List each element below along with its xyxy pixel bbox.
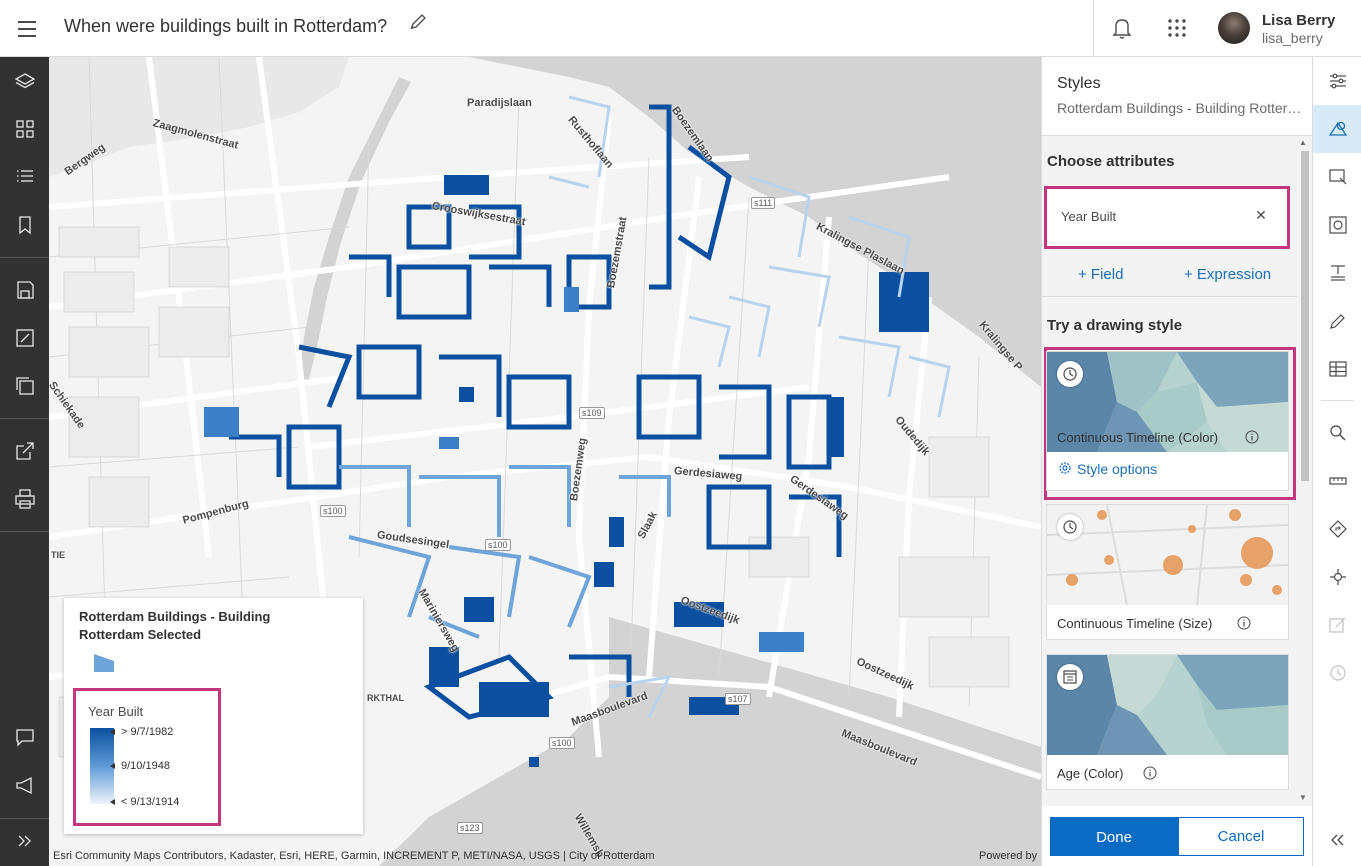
panel-layer-name: Rotterdam Buildings - Building Rotterdam…: [1057, 100, 1302, 116]
drawing-style-heading: Try a drawing style: [1047, 317, 1183, 334]
legend-highlight: Year Built > 9/7/1982 9/10/1948 < 9/13/1…: [73, 688, 221, 826]
location-icon[interactable]: [1326, 565, 1350, 589]
panel-scroll-area[interactable]: Choose attributes Year Built ✕ + Field +…: [1042, 136, 1313, 806]
info-icon[interactable]: [1237, 616, 1251, 630]
legend-mid-label: 9/10/1948: [110, 760, 170, 772]
configure-clustering-icon[interactable]: [1326, 213, 1350, 237]
styles-panel: Styles Rotterdam Buildings - Building Ro…: [1041, 57, 1313, 866]
style-card-age-color[interactable]: Age (Color): [1046, 654, 1289, 790]
road-shield: s100: [320, 505, 346, 517]
street-label: Paradijslaan: [467, 97, 532, 109]
legend-max-label: > 9/7/1982: [109, 726, 174, 738]
right-toolbar: [1312, 57, 1361, 866]
map-view[interactable]: Paradijslaan Boezemlaan Rusthoflaan Zaag…: [49, 57, 1041, 866]
left-toolbar: [0, 57, 49, 866]
attribute-chip-highlight: Year Built ✕: [1044, 186, 1290, 249]
bell-icon[interactable]: [1110, 16, 1134, 40]
expand-icon[interactable]: [12, 828, 38, 854]
road-shield: s100: [549, 737, 575, 749]
labels-icon[interactable]: [1326, 261, 1350, 285]
pencil-icon[interactable]: [408, 12, 428, 32]
map-attribution[interactable]: Esri Community Maps Contributors, Kadast…: [53, 850, 655, 862]
search-icon[interactable]: [1326, 421, 1350, 445]
legend-icon[interactable]: [12, 164, 38, 190]
panel-heading: Styles: [1057, 75, 1101, 92]
save-icon[interactable]: [12, 277, 38, 303]
calendar-icon: [1057, 664, 1083, 690]
style-card-continuous-timeline-color[interactable]: Continuous Timeline (Color) Style option…: [1046, 351, 1289, 491]
collapse-icon[interactable]: [1326, 828, 1350, 852]
scroll-up-arrow-icon[interactable]: ▲: [1299, 138, 1307, 147]
print-icon[interactable]: [12, 486, 38, 512]
share-icon[interactable]: [12, 438, 38, 464]
directions-icon[interactable]: [1326, 517, 1350, 541]
attribute-chip[interactable]: Year Built: [1061, 209, 1116, 224]
add-expression-button[interactable]: + Expression: [1184, 266, 1271, 283]
edit-icon[interactable]: [1326, 613, 1350, 637]
done-button[interactable]: Done: [1050, 817, 1178, 856]
user-id[interactable]: lisa_berry: [1262, 30, 1323, 46]
style-thumbnail: [1047, 655, 1288, 755]
cancel-button[interactable]: Cancel: [1178, 817, 1304, 856]
legend-field-name: Year Built: [88, 704, 144, 719]
road-shield: s109: [579, 407, 605, 419]
time-icon[interactable]: [1326, 661, 1350, 685]
announcement-icon[interactable]: [12, 772, 38, 798]
road-shield: s107: [725, 693, 751, 705]
legend-layer-title: Rotterdam Buildings - Building Rotterdam…: [79, 609, 271, 642]
layers-icon[interactable]: [12, 69, 38, 95]
road-shield: s100: [485, 539, 511, 551]
save-as-icon[interactable]: [12, 373, 38, 399]
clock-icon: [1057, 361, 1083, 387]
user-avatar[interactable]: [1218, 12, 1250, 44]
table-icon[interactable]: [1326, 357, 1350, 381]
street-label: RKTHAL: [367, 693, 404, 703]
street-label: TIE: [51, 550, 66, 560]
close-icon[interactable]: ✕: [1253, 207, 1269, 223]
style-options-link[interactable]: Style options: [1077, 461, 1157, 477]
powered-by[interactable]: Powered by: [979, 850, 1037, 862]
sketch-icon[interactable]: [1326, 309, 1350, 333]
style-thumbnail: [1047, 505, 1288, 605]
scrollbar-thumb[interactable]: [1301, 151, 1309, 481]
road-shield: s111: [751, 197, 776, 209]
measure-icon[interactable]: [1326, 469, 1350, 493]
scroll-down-arrow-icon[interactable]: ▼: [1299, 793, 1307, 802]
info-icon[interactable]: [1245, 430, 1259, 444]
info-icon[interactable]: [1143, 766, 1157, 780]
bookmark-icon[interactable]: [12, 212, 38, 238]
road-shield: s123: [457, 822, 483, 834]
properties-icon[interactable]: [1326, 69, 1350, 93]
legend-panel: Rotterdam Buildings - Building Rotterdam…: [64, 598, 363, 834]
user-name[interactable]: Lisa Berry: [1262, 12, 1335, 29]
styles-icon[interactable]: [1326, 117, 1350, 141]
gear-icon[interactable]: [1057, 460, 1073, 476]
app-header: When were buildings built in Rotterdam? …: [0, 0, 1361, 57]
apps-grid-icon[interactable]: [1166, 17, 1188, 39]
style-card-label: Age (Color): [1057, 766, 1124, 781]
configure-popups-icon[interactable]: [1326, 165, 1350, 189]
map-title: When were buildings built in Rotterdam?: [64, 16, 388, 36]
basemap-icon[interactable]: [12, 116, 38, 142]
style-card-continuous-timeline-size[interactable]: Continuous Timeline (Size): [1046, 504, 1289, 640]
add-field-button[interactable]: + Field: [1078, 266, 1123, 283]
hamburger-menu-icon[interactable]: [14, 16, 40, 42]
clock-icon: [1057, 514, 1083, 540]
feedback-icon[interactable]: [12, 724, 38, 750]
style-card-label: Continuous Timeline (Size): [1057, 616, 1213, 631]
style-card-label: Continuous Timeline (Color): [1057, 430, 1219, 445]
edit-map-icon[interactable]: [12, 325, 38, 351]
legend-min-label: < 9/13/1914: [109, 796, 180, 808]
choose-attributes-heading: Choose attributes: [1047, 153, 1175, 170]
legend-swatch: [94, 654, 114, 672]
